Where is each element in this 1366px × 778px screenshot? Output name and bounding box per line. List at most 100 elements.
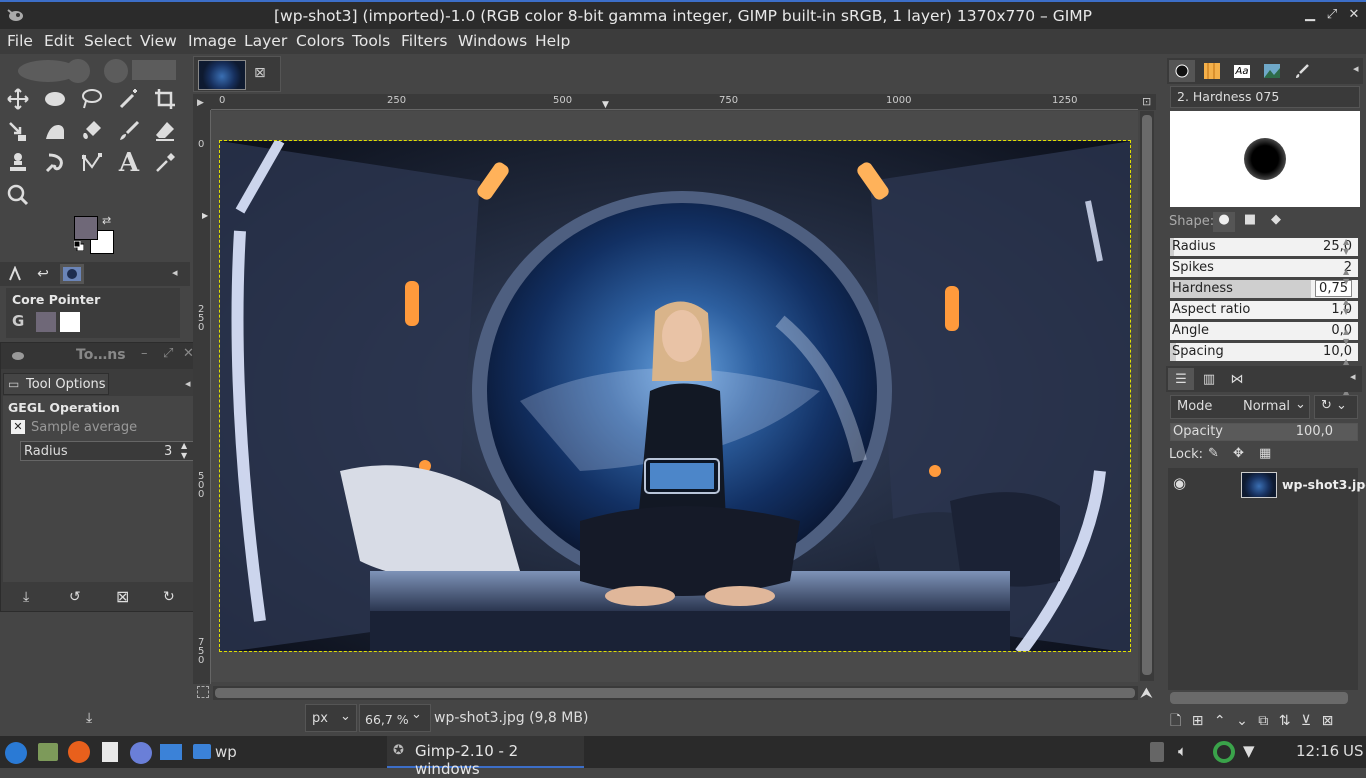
- opacity-slider[interactable]: Opacity 100,0: [1170, 423, 1358, 441]
- anchor-layer-icon[interactable]: ⇅: [1279, 713, 1291, 729]
- text-tool-icon[interactable]: A: [114, 148, 144, 178]
- save-options-icon[interactable]: ⤓: [23, 589, 29, 605]
- zoom-fit-icon[interactable]: ⊡: [1138, 94, 1156, 110]
- layer-name[interactable]: wp-shot3.jpg: [1282, 477, 1366, 492]
- menu-tools[interactable]: Tools: [352, 32, 390, 50]
- horizontal-scrollbar[interactable]: [213, 686, 1138, 700]
- brush-aspect-ratio-slider[interactable]: Aspect ratio 1,0: [1170, 301, 1358, 319]
- tool-options-tab[interactable]: ▭ Tool Options: [3, 373, 109, 395]
- paintbrush-icon[interactable]: [114, 116, 144, 146]
- undo-history-tab-icon[interactable]: ↩: [32, 264, 54, 284]
- maximize-button[interactable]: ⤢: [1325, 8, 1339, 22]
- shape-diamond-icon[interactable]: ◆: [1265, 212, 1287, 232]
- paths-tab-icon[interactable]: ⋈: [1224, 368, 1250, 390]
- lower-layer-icon[interactable]: ⌄: [1236, 713, 1248, 729]
- brush-hardness-slider[interactable]: Hardness 0,75: [1170, 280, 1358, 298]
- brushes-tab-icon[interactable]: [1169, 60, 1195, 82]
- quick-mask-toggle[interactable]: [197, 686, 209, 698]
- images-tab-icon[interactable]: [60, 264, 84, 284]
- panel-menu-icon[interactable]: ◂: [1350, 370, 1356, 383]
- clone-tool-icon[interactable]: [3, 148, 33, 178]
- menu-layer[interactable]: Layer: [244, 32, 287, 50]
- mode-select[interactable]: Mode Normal ⌄: [1170, 395, 1310, 419]
- ruler-corner[interactable]: ▶: [193, 94, 211, 110]
- image-content[interactable]: [219, 140, 1131, 652]
- crop-tool-icon[interactable]: [150, 84, 180, 114]
- menu-select[interactable]: Select: [84, 32, 132, 50]
- wifi-icon[interactable]: ▼: [1243, 742, 1255, 760]
- new-layer-group-icon[interactable]: 🗋: [1170, 713, 1181, 729]
- layers-scrollbar[interactable]: [1170, 692, 1348, 704]
- clock[interactable]: 12:16: [1296, 742, 1339, 760]
- color-picker-icon[interactable]: [150, 148, 180, 178]
- panel-menu-icon[interactable]: ◂: [185, 377, 191, 390]
- document-icon[interactable]: [102, 742, 118, 762]
- brush-angle-slider[interactable]: Angle 0,0: [1170, 322, 1358, 340]
- gimp-task-button[interactable]: ✪ Gimp-2.10 - 2 windows: [387, 736, 584, 778]
- channels-tab-icon[interactable]: ▥: [1196, 368, 1222, 390]
- chevron-down-icon[interactable]: ⌄: [411, 707, 422, 722]
- lock-position-icon[interactable]: ✥: [1233, 446, 1244, 461]
- bucket-fill-icon[interactable]: [77, 116, 107, 146]
- vertical-scrollbar[interactable]: [1140, 111, 1154, 681]
- brush-spikes-slider[interactable]: Spikes 2: [1170, 259, 1358, 277]
- minimize-icon[interactable]: –: [141, 346, 148, 361]
- close-button[interactable]: ✕: [1347, 8, 1361, 22]
- menu-help[interactable]: Help: [535, 32, 570, 50]
- file-manager-icon[interactable]: [38, 743, 58, 761]
- free-select-icon[interactable]: [77, 84, 107, 114]
- restore-options-icon[interactable]: ↺: [69, 589, 81, 605]
- brush-radius-slider[interactable]: Radius 25,0: [1170, 238, 1358, 256]
- menu-view[interactable]: View: [140, 32, 177, 50]
- panel-menu-icon[interactable]: ◂: [172, 266, 178, 279]
- layers-tab-icon[interactable]: ☰: [1168, 368, 1194, 390]
- radius-spin-field[interactable]: Radius 3 ▲ ▼: [20, 441, 195, 461]
- raise-layer-icon[interactable]: ⌃: [1214, 713, 1226, 729]
- paint-dynamics-tab-icon[interactable]: [1289, 60, 1315, 82]
- swap-colors-icon[interactable]: ⇄: [102, 214, 111, 227]
- shape-circle-icon[interactable]: ●: [1213, 212, 1235, 232]
- minimize-button[interactable]: ▁: [1303, 8, 1317, 22]
- dock-export-icon[interactable]: ⤓: [86, 710, 92, 726]
- zoom-tool-icon[interactable]: [3, 180, 33, 210]
- firefox-icon[interactable]: [68, 741, 90, 763]
- window-icon[interactable]: [160, 744, 182, 760]
- layer-row[interactable]: ◉ wp-shot3.jpg: [1168, 470, 1366, 500]
- panel-menu-icon[interactable]: ◂: [1353, 62, 1359, 75]
- brush-name-field[interactable]: 2. Hardness 075: [1170, 86, 1360, 108]
- navigate-icon[interactable]: ⮝: [1140, 684, 1153, 702]
- move-tool-icon[interactable]: [3, 84, 33, 114]
- device-status-tab-icon[interactable]: [4, 264, 26, 284]
- new-layer-icon[interactable]: ⊞: [1192, 713, 1204, 729]
- folder-icon[interactable]: [193, 744, 211, 759]
- vertical-scroll-thumb[interactable]: [1142, 115, 1152, 675]
- eraser-icon[interactable]: [150, 116, 180, 146]
- spin-arrows-icon[interactable]: ▲ ▼: [181, 441, 187, 461]
- update-icon[interactable]: [1213, 741, 1235, 763]
- eye-icon[interactable]: ◉: [1173, 474, 1186, 492]
- unified-transform-icon[interactable]: [3, 116, 33, 146]
- maximize-icon[interactable]: ⤢: [163, 346, 173, 361]
- lock-alpha-icon[interactable]: ▦: [1259, 446, 1271, 461]
- gradients-tab-icon[interactable]: [1259, 60, 1285, 82]
- brush-spacing-slider[interactable]: Spacing 10,0: [1170, 343, 1358, 361]
- delete-options-icon[interactable]: ⊠: [116, 587, 129, 606]
- menu-file[interactable]: File: [7, 32, 33, 50]
- menu-colors[interactable]: Colors: [296, 32, 345, 50]
- keyboard-layout[interactable]: US: [1343, 742, 1364, 760]
- delete-layer-icon[interactable]: ⊠: [1322, 713, 1334, 729]
- paths-tool-icon[interactable]: [77, 148, 107, 178]
- foreground-color-swatch[interactable]: [74, 216, 98, 240]
- unit-select[interactable]: px ⌄: [305, 704, 357, 732]
- start-menu-icon[interactable]: [5, 742, 27, 764]
- patterns-tab-icon[interactable]: [1199, 60, 1225, 82]
- volume-icon[interactable]: 🔈︎: [1178, 742, 1187, 760]
- image-tab[interactable]: ⊠: [193, 56, 281, 92]
- reset-options-icon[interactable]: ↻: [163, 589, 175, 605]
- default-colors-icon[interactable]: [73, 240, 85, 252]
- messenger-icon[interactable]: [130, 742, 152, 764]
- battery-icon[interactable]: [1150, 742, 1164, 762]
- menu-edit[interactable]: Edit: [44, 32, 74, 50]
- fonts-tab-icon[interactable]: Aa: [1229, 60, 1255, 82]
- close-image-icon[interactable]: ⊠: [254, 65, 266, 81]
